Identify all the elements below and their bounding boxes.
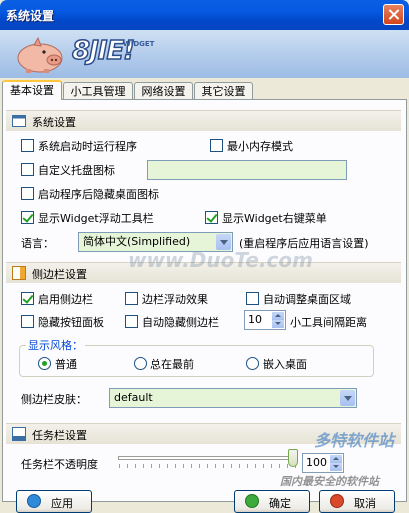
language-value: 简体中文(Simplified) <box>83 235 191 248</box>
language-label: 语言： <box>21 237 54 250</box>
spacing-stepper[interactable]: 10 <box>244 310 286 330</box>
section-title: 侧边栏设置 <box>32 268 87 281</box>
style-embed-label: 嵌入桌面 <box>263 358 307 371</box>
header-banner: 8JIE! WIDGET <box>0 30 409 78</box>
display-style-title: 显示风格： <box>26 337 85 353</box>
spin-down-icon[interactable] <box>330 463 342 471</box>
style-normal-label: 普通 <box>55 358 77 371</box>
min-memory-checkbox[interactable] <box>210 139 223 152</box>
custom-tray-checkbox[interactable] <box>21 163 34 176</box>
opacity-slider-thumb[interactable] <box>288 449 298 467</box>
hide-desktop-icons-label: 启动程序后隐藏桌面图标 <box>38 188 159 201</box>
taskbar-icon <box>12 427 26 441</box>
cancel-label: 取消 <box>354 497 376 510</box>
apply-label: 应用 <box>51 497 73 510</box>
min-memory-label: 最小内存模式 <box>227 140 293 153</box>
app-logo-subtext: WIDGET <box>123 40 155 48</box>
style-embed-radio[interactable] <box>246 357 259 370</box>
spin-down-icon[interactable] <box>272 320 284 328</box>
cancel-icon <box>330 494 344 508</box>
spacing-label: 小工具间隔距离 <box>290 316 367 329</box>
watermark-site: www.DuoTe.com <box>128 248 313 272</box>
chevron-down-icon[interactable] <box>340 390 355 406</box>
show-context-menu-label: 显示Widget右键菜单 <box>222 212 327 225</box>
apply-icon <box>27 494 41 508</box>
auto-adjust-checkbox[interactable] <box>246 292 259 305</box>
hide-desktop-icons-checkbox[interactable] <box>21 187 34 200</box>
watermark-subtext: 国内最安全的软件站 <box>280 475 379 488</box>
startup-checkbox[interactable] <box>21 139 34 152</box>
pig-mascot-icon <box>17 36 63 73</box>
startup-label: 系统启动时运行程序 <box>38 140 137 153</box>
opacity-label: 任务栏不透明度 <box>21 458 98 471</box>
float-effect-checkbox[interactable] <box>125 292 138 305</box>
close-button[interactable] <box>383 4 404 25</box>
skin-value: default <box>114 391 153 404</box>
skin-select[interactable]: default <box>109 388 357 408</box>
opacity-value: 100 <box>306 456 327 469</box>
sidebar-icon <box>12 266 26 280</box>
section-title: 系统设置 <box>32 116 76 129</box>
ok-label: 确定 <box>269 497 291 510</box>
tab-other-settings[interactable]: 其它设置 <box>194 82 253 99</box>
window-settings-icon <box>12 115 26 127</box>
auto-hide-sidebar-label: 自动隐藏侧边栏 <box>142 316 219 329</box>
spin-buttons <box>330 455 342 471</box>
section-header-system: 系统设置 <box>6 110 401 131</box>
spin-up-icon[interactable] <box>272 312 284 320</box>
style-always-top-radio[interactable] <box>134 357 147 370</box>
enable-sidebar-checkbox[interactable] <box>21 292 34 305</box>
spacing-value: 10 <box>248 313 262 326</box>
spin-up-icon[interactable] <box>330 455 342 463</box>
hide-panel-checkbox[interactable] <box>21 315 34 328</box>
show-toolbar-label: 显示Widget浮动工具栏 <box>38 212 154 225</box>
opacity-slider-track[interactable] <box>118 456 298 460</box>
opacity-slider-ticks <box>119 464 296 468</box>
tab-network-settings[interactable]: 网络设置 <box>134 82 193 99</box>
opacity-stepper[interactable]: 100 <box>302 453 344 473</box>
show-toolbar-checkbox[interactable] <box>21 211 34 224</box>
check-icon <box>245 494 259 508</box>
tab-widget-management[interactable]: 小工具管理 <box>63 82 133 99</box>
spin-buttons <box>272 312 284 328</box>
watermark-logo: 多特软件站 <box>314 431 395 450</box>
float-effect-label: 边栏浮动效果 <box>142 293 208 306</box>
tray-icon-input[interactable] <box>147 160 347 180</box>
custom-tray-label: 自定义托盘图标 <box>38 164 115 177</box>
hide-panel-label: 隐藏按钮面板 <box>38 316 104 329</box>
skin-label: 侧边栏皮肤： <box>21 393 87 406</box>
auto-adjust-label: 自动调整桌面区域 <box>263 293 351 306</box>
title-bar: 系统设置 <box>0 0 409 30</box>
auto-hide-sidebar-checkbox[interactable] <box>125 315 138 328</box>
tab-basic-settings[interactable]: 基本设置 <box>2 80 62 100</box>
style-always-top-label: 总在最前 <box>150 358 194 371</box>
window-title: 系统设置 <box>6 9 55 23</box>
show-context-menu-checkbox[interactable] <box>205 211 218 224</box>
section-title: 任务栏设置 <box>32 429 87 442</box>
enable-sidebar-label: 启用侧边栏 <box>38 293 93 306</box>
style-normal-radio[interactable] <box>38 357 51 370</box>
